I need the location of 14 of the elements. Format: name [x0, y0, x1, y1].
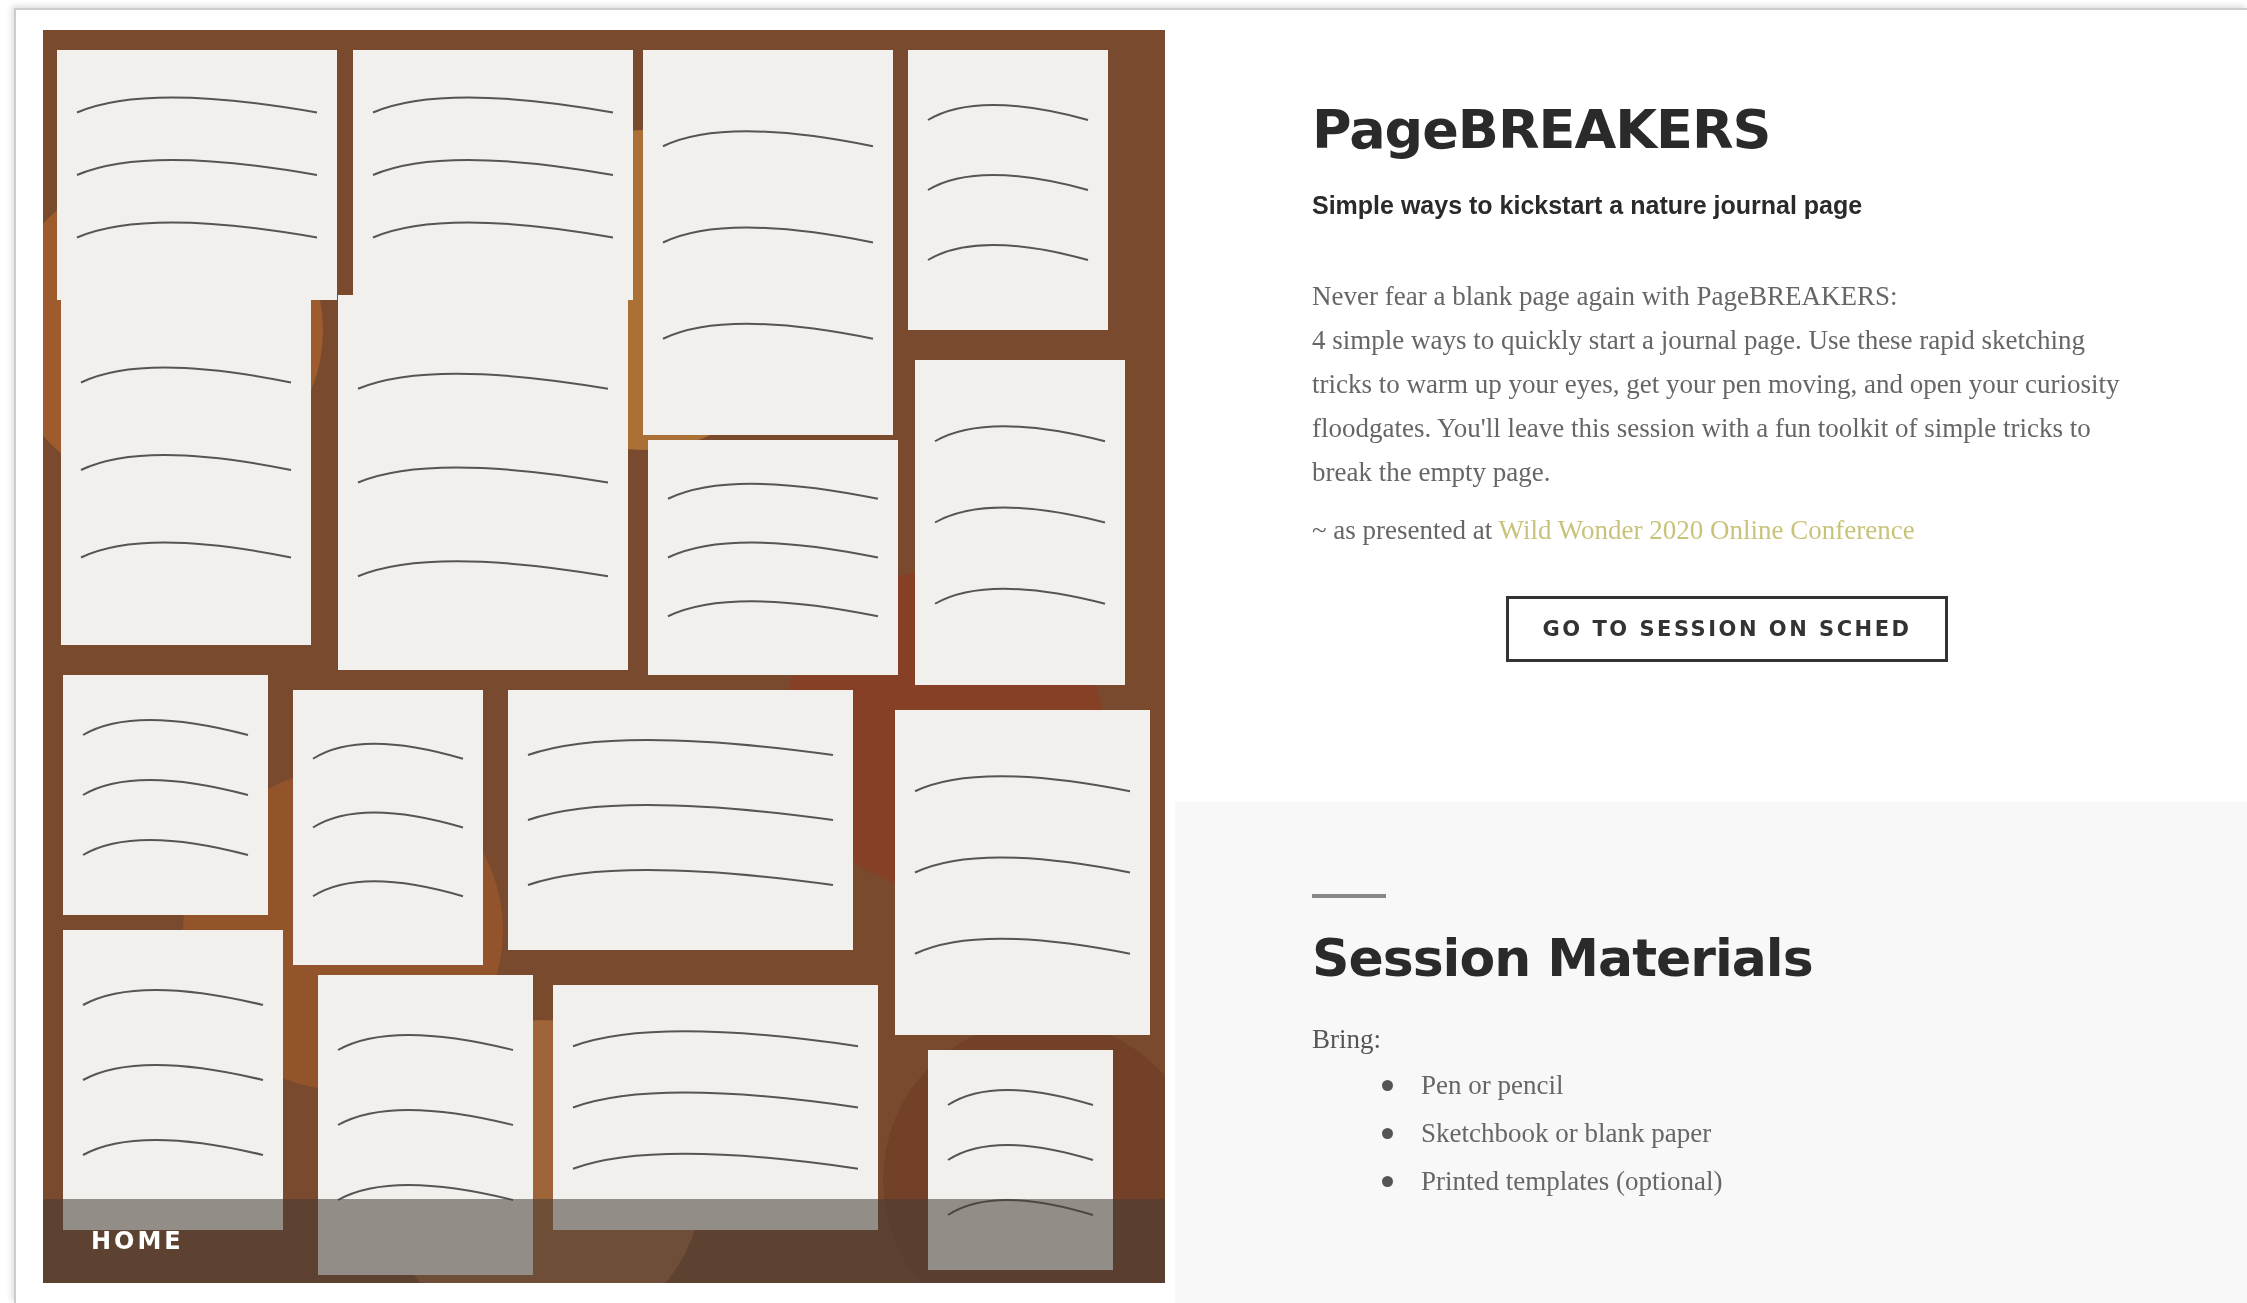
page-subtitle: Simple ways to kickstart a nature journal page [1312, 191, 1863, 220]
bring-label: Bring: [1312, 1024, 1381, 1055]
home-link[interactable]: HOME [91, 1227, 184, 1255]
bullet-icon [1382, 1079, 1393, 1091]
bullet-icon [1382, 1175, 1393, 1187]
page-title: PageBREAKERS [1312, 98, 1771, 161]
sched-button[interactable]: GO TO SESSION ON SCHED [1505, 596, 1949, 662]
bullet-icon [1382, 1127, 1393, 1139]
list-item: Sketchbook or blank paper [1421, 1117, 1712, 1149]
credit-text: ~ as presented at Wild Wonder 2020 Online Conference [1312, 514, 1916, 547]
list-item: Printed templates (optional) [1421, 1165, 1723, 1197]
section-heading: Session Materials [1312, 928, 1813, 988]
description-paragraph: Never fear a blank page again with PageBREAKERS: 4 simple ways to quickly start a journal page. Use these rapid sketching tricks to warm up your eyes, get your pen moving, and open your curiosity floodgates. You'll leave this session with a fun toolkit of simple tricks to break the empty page. [1312, 280, 2121, 489]
list-item: Pen or pencil [1421, 1069, 1564, 1101]
